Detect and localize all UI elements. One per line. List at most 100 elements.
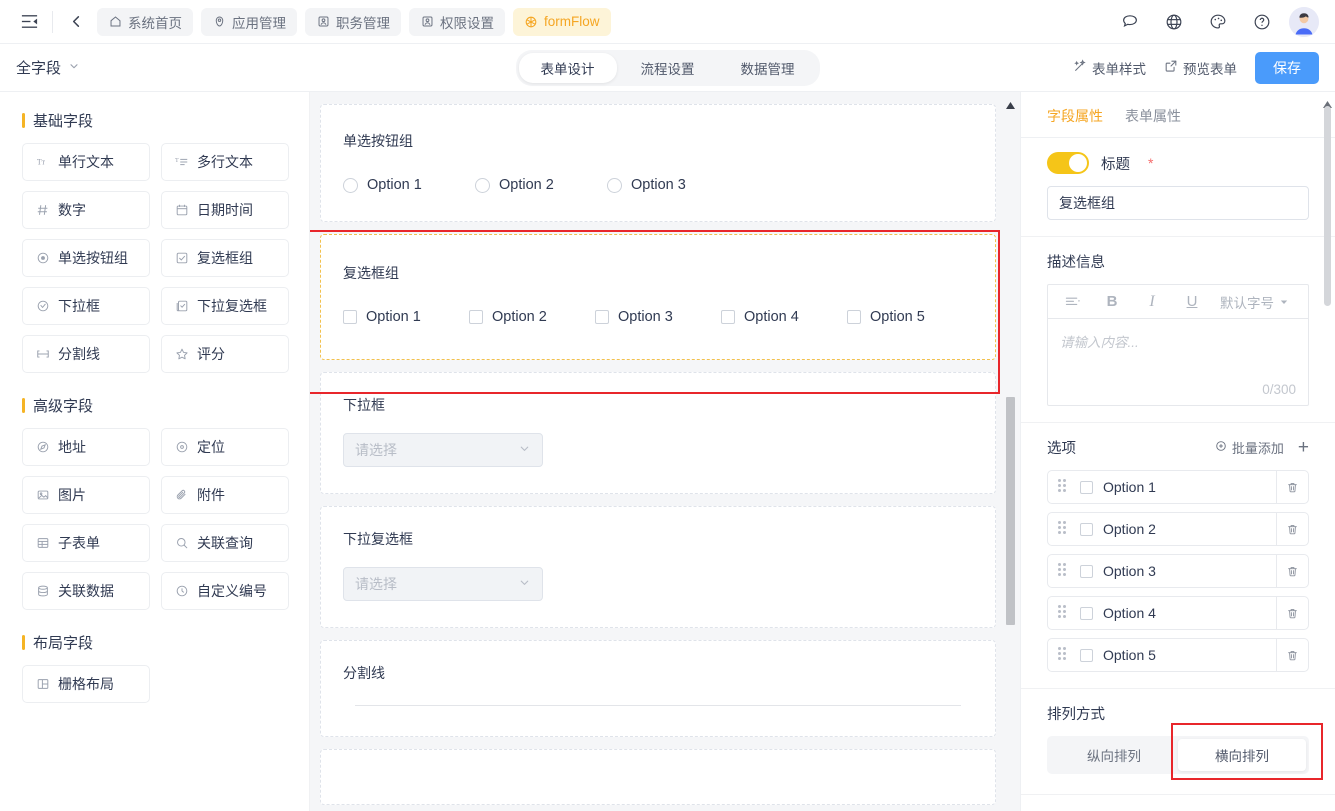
tab-field-properties[interactable]: 字段属性 — [1047, 106, 1103, 137]
palette-item-checkbox-group[interactable]: 复选框组 — [161, 239, 289, 277]
canvas-field-checkbox-group[interactable]: 复选框组 Option 1 Option 2 Option 3 Option 4… — [320, 234, 996, 360]
option-text[interactable]: Option 4 — [1103, 605, 1276, 621]
canvas-scrollbar-thumb[interactable] — [1006, 397, 1015, 625]
option-checkbox-icon[interactable] — [1080, 564, 1093, 578]
canvas-field-select[interactable]: 下拉框 请选择 — [320, 372, 996, 494]
option-row[interactable]: Option 4 — [1047, 596, 1309, 630]
add-option-button[interactable]: + — [1298, 438, 1309, 457]
title-input[interactable] — [1047, 186, 1309, 220]
globe-icon[interactable] — [1163, 11, 1185, 33]
radio-option[interactable]: Option 2 — [475, 177, 607, 193]
tab-form-properties[interactable]: 表单属性 — [1125, 106, 1181, 137]
tab-flow-settings[interactable]: 流程设置 — [619, 53, 717, 83]
tab-form-design[interactable]: 表单设计 — [518, 52, 617, 83]
radio-option[interactable]: Option 3 — [607, 177, 739, 193]
trash-icon[interactable] — [1276, 513, 1308, 545]
option-text[interactable]: Option 1 — [1103, 479, 1276, 495]
radio-option[interactable]: Option 1 — [343, 177, 475, 193]
radio-icon[interactable] — [475, 177, 490, 193]
checkbox-option[interactable]: Option 2 — [469, 309, 595, 325]
radio-icon[interactable] — [343, 177, 358, 193]
palette-item-dropdown[interactable]: 下拉框 — [22, 287, 150, 325]
nav-tab-apps[interactable]: 应用管理 — [201, 7, 297, 36]
trash-icon[interactable] — [1276, 471, 1308, 503]
drag-handle-icon[interactable] — [1058, 647, 1070, 663]
option-checkbox-icon[interactable] — [1080, 606, 1093, 620]
layout-horizontal-option[interactable]: 横向排列 — [1178, 739, 1306, 771]
palette-item-number[interactable]: 数字 — [22, 191, 150, 229]
palette-item-related-query[interactable]: 关联查询 — [161, 524, 289, 562]
palette-item-custom-number[interactable]: 自定义编号 — [161, 572, 289, 610]
drag-handle-icon[interactable] — [1058, 521, 1070, 537]
help-icon[interactable] — [1251, 11, 1273, 33]
nav-tab-permissions[interactable]: 权限设置 — [409, 7, 505, 36]
palette-item-multi-line-text[interactable]: T 多行文本 — [161, 143, 289, 181]
drag-handle-icon[interactable] — [1058, 563, 1070, 579]
canvas-field-radio-group[interactable]: 单选按钮组 Option 1 Option 2 Option 3 — [320, 104, 996, 222]
checkbox-icon[interactable] — [847, 310, 861, 324]
save-button[interactable]: 保存 — [1255, 51, 1319, 84]
checkbox-icon[interactable] — [595, 310, 609, 324]
nav-tab-formflow[interactable]: formFlow — [513, 7, 611, 36]
palette-item-subtable[interactable]: 子表单 — [22, 524, 150, 562]
chevron-left-icon[interactable] — [65, 9, 87, 35]
title-visibility-toggle[interactable] — [1047, 152, 1089, 174]
properties-scrollbar-thumb[interactable] — [1324, 106, 1331, 306]
scroll-up-icon[interactable] — [1006, 96, 1015, 109]
option-row[interactable]: Option 3 — [1047, 554, 1309, 588]
preview-form-button[interactable]: 预览表单 — [1164, 58, 1237, 78]
palette-item-related-data[interactable]: 关联数据 — [22, 572, 150, 610]
multiselect-input[interactable]: 请选择 — [343, 567, 543, 601]
form-style-button[interactable]: 表单样式 — [1073, 58, 1146, 78]
palette-item-dropdown-multi[interactable]: 下拉复选框 — [161, 287, 289, 325]
chat-icon[interactable] — [1119, 11, 1141, 33]
italic-button[interactable]: I — [1132, 286, 1172, 318]
palette-item-image[interactable]: 图片 — [22, 476, 150, 514]
font-size-selector[interactable]: 默认字号 — [1212, 286, 1296, 318]
option-checkbox-icon[interactable] — [1080, 648, 1093, 662]
option-text[interactable]: Option 5 — [1103, 647, 1276, 663]
checkbox-option[interactable]: Option 3 — [595, 309, 721, 325]
batch-add-button[interactable]: 批量添加 — [1215, 438, 1284, 457]
underline-button[interactable]: U — [1172, 286, 1212, 318]
nav-tab-home[interactable]: 系统首页 — [97, 7, 193, 36]
field-scope-selector[interactable]: 全字段 — [16, 57, 80, 78]
align-left-icon[interactable] — [1052, 286, 1092, 318]
option-row[interactable]: Option 1 — [1047, 470, 1309, 504]
trash-icon[interactable] — [1276, 597, 1308, 629]
palette-item-location[interactable]: 定位 — [161, 428, 289, 466]
palette-item-address[interactable]: 地址 — [22, 428, 150, 466]
canvas-field-next[interactable] — [320, 749, 996, 805]
palette-item-grid-layout[interactable]: 栅格布局 — [22, 665, 150, 703]
tab-data-management[interactable]: 数据管理 — [719, 53, 817, 83]
bold-button[interactable]: B — [1092, 286, 1132, 318]
checkbox-option[interactable]: Option 1 — [343, 309, 469, 325]
palette-item-datetime[interactable]: 日期时间 — [161, 191, 289, 229]
checkbox-icon[interactable] — [343, 310, 357, 324]
checkbox-icon[interactable] — [721, 310, 735, 324]
nav-tab-positions[interactable]: 职务管理 — [305, 7, 401, 36]
option-text[interactable]: Option 3 — [1103, 563, 1276, 579]
sidebar-collapse-icon[interactable] — [16, 9, 42, 35]
user-avatar[interactable] — [1289, 6, 1319, 37]
drag-handle-icon[interactable] — [1058, 605, 1070, 621]
palette-item-divider[interactable]: 分割线 — [22, 335, 150, 373]
select-input[interactable]: 请选择 — [343, 433, 543, 467]
option-row[interactable]: Option 2 — [1047, 512, 1309, 546]
option-row[interactable]: Option 5 — [1047, 638, 1309, 672]
layout-vertical-option[interactable]: 纵向排列 — [1050, 739, 1178, 771]
radio-icon[interactable] — [607, 177, 622, 193]
scroll-up-icon[interactable] — [1323, 95, 1332, 108]
option-checkbox-icon[interactable] — [1080, 480, 1093, 494]
option-checkbox-icon[interactable] — [1080, 522, 1093, 536]
drag-handle-icon[interactable] — [1058, 479, 1070, 495]
checkbox-option[interactable]: Option 5 — [847, 309, 973, 325]
checkbox-option[interactable]: Option 4 — [721, 309, 847, 325]
checkbox-icon[interactable] — [469, 310, 483, 324]
canvas-scrollbar[interactable] — [1002, 92, 1018, 811]
option-text[interactable]: Option 2 — [1103, 521, 1276, 537]
palette-item-single-line-text[interactable]: Tт 单行文本 — [22, 143, 150, 181]
canvas-field-multiselect[interactable]: 下拉复选框 请选择 — [320, 506, 996, 628]
trash-icon[interactable] — [1276, 639, 1308, 671]
description-textarea[interactable]: 请输入内容... 0/300 — [1048, 319, 1308, 405]
